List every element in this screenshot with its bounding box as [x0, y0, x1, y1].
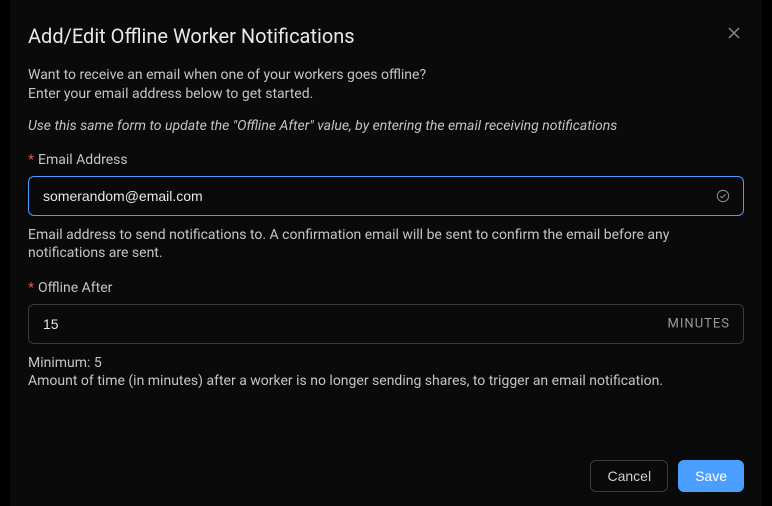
save-button[interactable]: Save: [678, 460, 744, 492]
close-button[interactable]: [724, 24, 744, 44]
offline-after-input-wrap: MINUTES: [28, 304, 744, 344]
minutes-suffix: MINUTES: [668, 317, 730, 332]
email-label: Email Address: [38, 152, 128, 168]
modal-title: Add/Edit Offline Worker Notifications: [28, 24, 355, 48]
close-icon: [728, 27, 740, 42]
offline-after-help-text: Amount of time (in minutes) after a work…: [28, 372, 744, 390]
offline-after-form-group: *Offline After MINUTES Minimum: 5 Amount…: [28, 280, 744, 390]
intro-line-2: Enter your email address below to get st…: [28, 85, 744, 104]
minimum-label: Minimum: 5: [28, 354, 744, 372]
modal-header: Add/Edit Offline Worker Notifications: [28, 24, 744, 48]
offline-after-help: Minimum: 5 Amount of time (in minutes) a…: [28, 354, 744, 390]
email-input-wrap: [28, 176, 744, 216]
offline-after-label: Offline After: [38, 280, 112, 296]
intro-line-1: Want to receive an email when one of you…: [28, 66, 744, 85]
intro-text: Want to receive an email when one of you…: [28, 66, 744, 104]
email-help-text: Email address to send notifications to. …: [28, 226, 744, 262]
email-form-group: *Email Address Email address to send not…: [28, 152, 744, 262]
required-marker: *: [28, 152, 34, 168]
hint-text: Use this same form to update the "Offlin…: [28, 118, 744, 134]
modal-container: Add/Edit Offline Worker Notifications Wa…: [10, 0, 762, 506]
modal-footer: Cancel Save: [28, 440, 744, 492]
cancel-button[interactable]: Cancel: [590, 460, 668, 492]
offline-after-input[interactable]: [28, 304, 744, 344]
check-circle-icon: [716, 189, 730, 203]
offline-after-label-row: *Offline After: [28, 280, 744, 296]
email-input[interactable]: [28, 176, 744, 216]
required-marker: *: [28, 280, 34, 296]
email-label-row: *Email Address: [28, 152, 744, 168]
